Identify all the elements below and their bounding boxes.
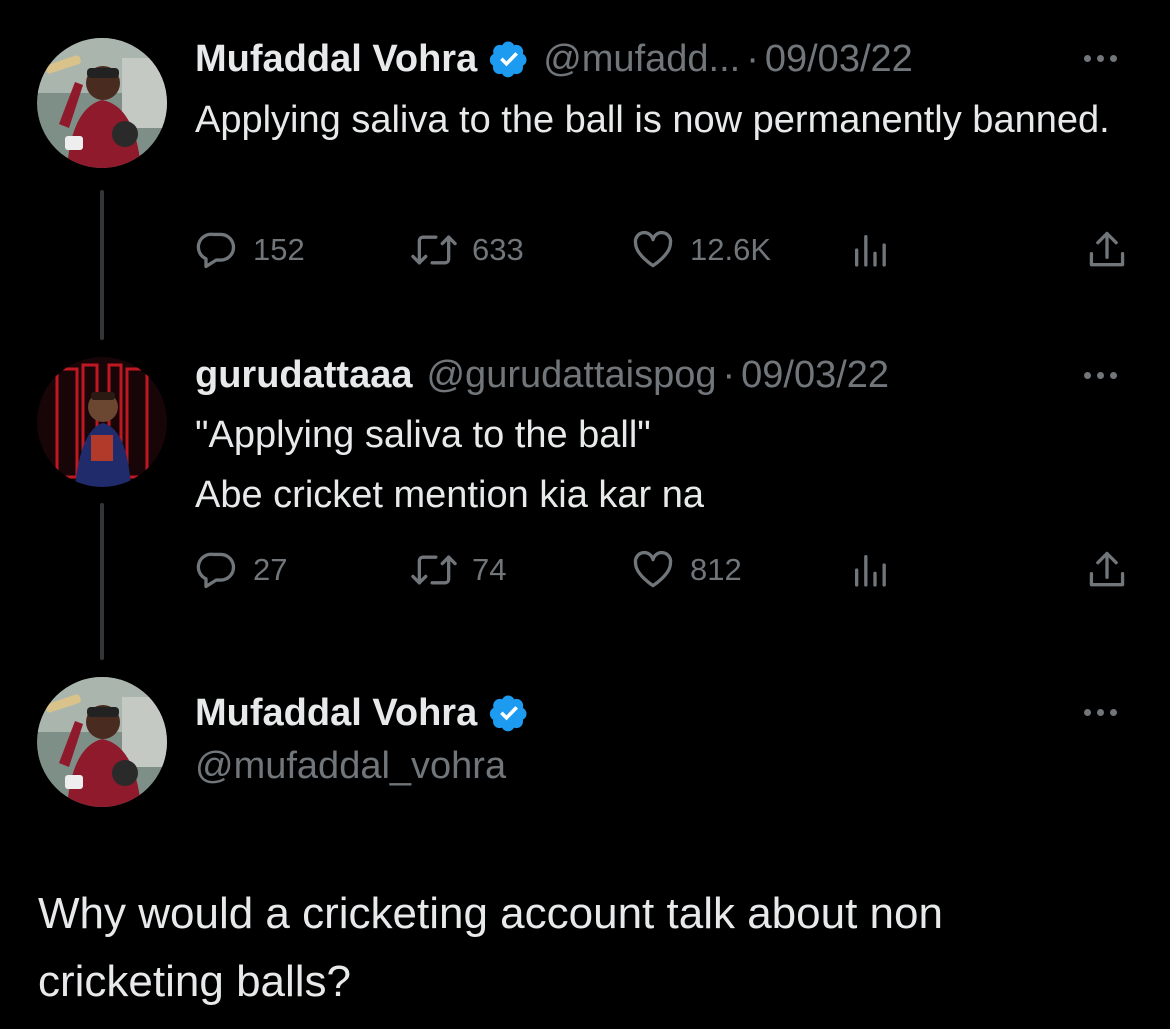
- reply-count: 27: [253, 552, 288, 587]
- repost-button[interactable]: 633: [410, 225, 524, 275]
- separator-dot: ·: [746, 37, 759, 80]
- main-tweet-text: Why would a cricketing account talk abou…: [38, 889, 943, 1006]
- avatar-cricketer-icon: [37, 677, 167, 807]
- tweet-header: Mufaddal Vohra @mufadd... · 09/03/22: [195, 34, 913, 84]
- like-count: 12.6K: [690, 232, 772, 267]
- share-icon: [1089, 231, 1125, 267]
- repost-count: 633: [472, 232, 524, 267]
- thread-connector: [100, 503, 104, 660]
- author-handle[interactable]: @mufaddal_vohra: [195, 745, 506, 788]
- analytics-icon: [855, 555, 886, 587]
- tweet-header: gurudattaaa @gurudattaispog · 09/03/22: [195, 350, 889, 400]
- author-name[interactable]: Mufaddal Vohra: [195, 692, 477, 735]
- avatar-gurudattaaa[interactable]: [37, 357, 167, 487]
- repost-button[interactable]: 74: [410, 545, 506, 595]
- tweet-text: Applying saliva to the ball is now perma…: [195, 99, 1110, 141]
- tweet-date[interactable]: 09/03/22: [741, 354, 889, 397]
- repost-icon: [411, 235, 457, 265]
- verified-badge-icon: [490, 41, 527, 78]
- more-options-icon[interactable]: [1084, 372, 1117, 379]
- author-name[interactable]: gurudattaaa: [195, 354, 412, 397]
- avatar-player-icon: [37, 357, 167, 487]
- author-name[interactable]: Mufaddal Vohra: [195, 38, 477, 81]
- separator-dot: ·: [722, 353, 736, 396]
- heart-icon: [633, 550, 673, 588]
- thread-connector: [100, 190, 104, 340]
- reply-count: 152: [253, 232, 305, 267]
- reply-icon: [196, 232, 236, 269]
- analytics-icon: [855, 235, 886, 267]
- share-button[interactable]: [1085, 545, 1129, 595]
- avatar-mufaddal-vohra[interactable]: [37, 38, 167, 168]
- tweet-date[interactable]: 09/03/22: [765, 38, 913, 81]
- repost-icon: [411, 555, 457, 585]
- verified-badge-icon: [490, 695, 527, 732]
- avatar-mufaddal-vohra[interactable]: [37, 677, 167, 807]
- like-button[interactable]: 12.6K: [630, 225, 771, 275]
- author-handle[interactable]: @mufadd...: [543, 38, 740, 81]
- repost-count: 74: [472, 552, 507, 587]
- more-options-icon[interactable]: [1084, 55, 1117, 62]
- avatar-cricketer-icon: [37, 38, 167, 168]
- more-options-icon[interactable]: [1084, 709, 1117, 716]
- tweet-text: "Applying saliva to the ball" Abe cricke…: [195, 405, 1135, 525]
- tweet-text-line: Abe cricket mention kia kar na: [195, 474, 705, 516]
- like-button[interactable]: 812: [630, 545, 742, 595]
- main-author-row: Mufaddal Vohra: [195, 688, 529, 738]
- author-handle[interactable]: @gurudattaispog: [426, 354, 716, 397]
- tweet-actions: 152 633 12.6K: [195, 225, 1135, 275]
- like-count: 812: [690, 552, 742, 587]
- reply-icon: [196, 552, 236, 589]
- tweet-text-line: "Applying saliva to the ball": [195, 414, 651, 456]
- share-icon: [1089, 551, 1125, 587]
- heart-icon: [633, 230, 673, 268]
- views-button[interactable]: [850, 225, 890, 275]
- views-button[interactable]: [850, 545, 890, 595]
- tweet-actions: 27 74 812: [195, 545, 1135, 595]
- reply-button[interactable]: 152: [195, 225, 305, 275]
- share-button[interactable]: [1085, 225, 1129, 275]
- reply-button[interactable]: 27: [195, 545, 287, 595]
